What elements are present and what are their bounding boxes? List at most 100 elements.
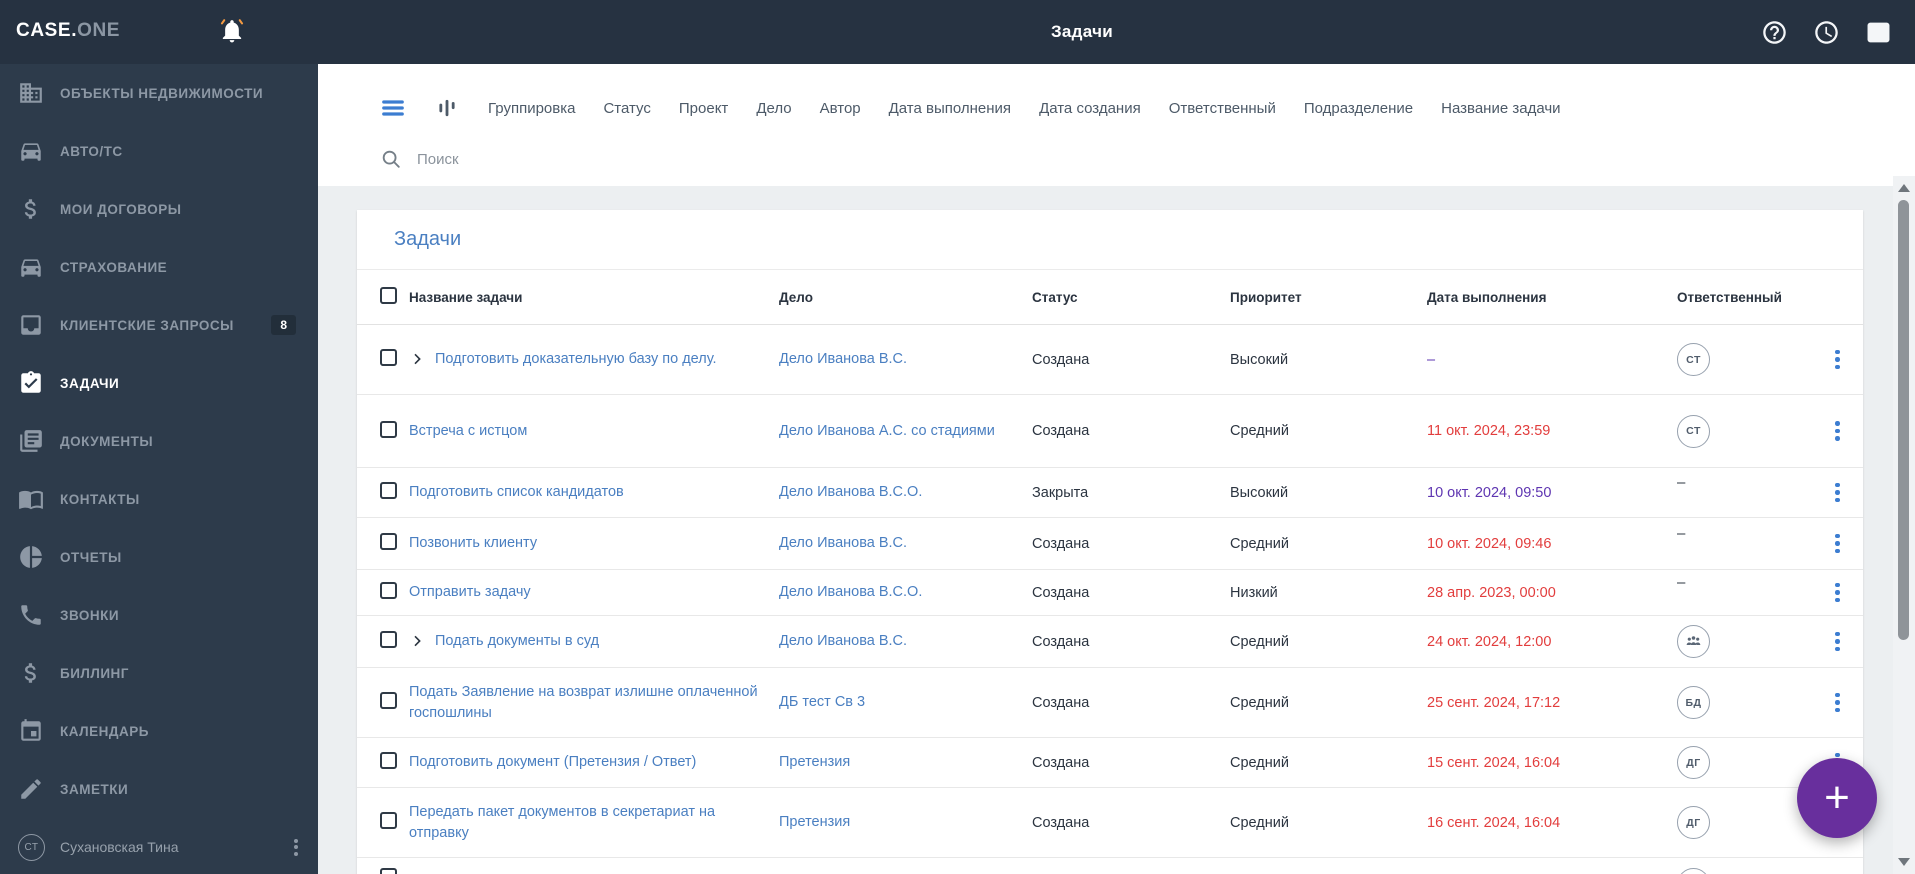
row-checkbox[interactable] <box>380 631 397 648</box>
expand-chevron-icon[interactable] <box>409 351 425 367</box>
row-checkbox[interactable] <box>380 582 397 599</box>
scroll-down-arrow[interactable] <box>1898 858 1910 866</box>
sidebar-item-documents[interactable]: ДОКУМЕНТЫ <box>0 412 318 470</box>
row-menu-button[interactable] <box>1827 344 1848 376</box>
assignee-cell: СТ <box>1665 414 1812 448</box>
status-text: Создана <box>1032 633 1090 650</box>
notifications-bell-icon[interactable] <box>216 15 248 47</box>
car-icon <box>18 138 44 164</box>
task-name-link[interactable]: Передать пакет документов в секретариат … <box>409 802 767 843</box>
add-task-fab-button[interactable]: + <box>1797 758 1877 838</box>
row-menu-button[interactable] <box>1827 415 1848 447</box>
search-input[interactable] <box>415 149 835 169</box>
sidebar-item-insurance[interactable]: СТРАХОВАНИЕ <box>0 238 318 296</box>
filter-due-date[interactable]: Дата выполнения <box>889 100 1011 117</box>
case-link[interactable]: Дело Иванова А.С. со стадиями <box>779 423 995 439</box>
task-name-link[interactable]: Подготовить документ (Претензия / Ответ) <box>409 752 696 772</box>
user-name: Сухановская Тина <box>60 839 179 855</box>
filter-grouping[interactable]: Группировка <box>488 100 575 117</box>
row-menu-button[interactable] <box>1827 477 1848 509</box>
dollar-icon <box>18 660 44 686</box>
menu-icon[interactable] <box>380 95 406 121</box>
row-checkbox[interactable] <box>380 812 397 829</box>
due-date-text: 15 сент. 2024, 16:04 <box>1427 754 1561 771</box>
case-link[interactable]: Претензия <box>779 814 850 830</box>
case-link[interactable]: Дело Иванова В.С.О. <box>779 484 922 500</box>
filter-project[interactable]: Проект <box>679 100 728 117</box>
assignee-cell: БД <box>1665 686 1812 719</box>
case-link[interactable]: Дело Иванова В.С. <box>779 351 907 367</box>
history-clock-icon[interactable] <box>1813 19 1840 46</box>
filter-author[interactable]: Автор <box>820 100 861 117</box>
assignee-avatar: СТ <box>1677 414 1710 448</box>
sidebar-item-client-requests[interactable]: КЛИЕНТСКИЕ ЗАПРОСЫ 8 <box>0 296 318 354</box>
expand-chevron-icon[interactable] <box>409 633 425 649</box>
task-name-link[interactable]: Позвонить клиенту <box>409 533 537 553</box>
status-text: Создана <box>1032 423 1090 439</box>
phone-icon <box>18 602 44 628</box>
sidebar-item-real-estate[interactable]: ОБЪЕКТЫ НЕДВИЖИМОСТИ <box>0 64 318 122</box>
row-checkbox[interactable] <box>380 533 397 550</box>
row-menu-button[interactable] <box>1827 687 1848 719</box>
row-menu-button[interactable] <box>1827 868 1848 874</box>
brand-logo[interactable]: CASE.ONE <box>16 20 120 42</box>
row-checkbox[interactable] <box>380 868 397 874</box>
row-checkbox[interactable] <box>380 349 397 366</box>
task-name-link[interactable]: Подготовить список кандидатов <box>409 482 624 502</box>
row-checkbox[interactable] <box>380 752 397 769</box>
priority-text: Высокий <box>1230 484 1289 501</box>
priority-text: Средний <box>1230 633 1289 650</box>
row-checkbox[interactable] <box>380 692 397 709</box>
filter-task-name[interactable]: Название задачи <box>1441 100 1560 117</box>
task-name-link[interactable]: Подать документы в суд <box>435 631 599 651</box>
sidebar-item-auto[interactable]: АВТО/ТС <box>0 122 318 180</box>
due-date-text: 16 сент. 2024, 16:04 <box>1427 814 1561 831</box>
row-checkbox[interactable] <box>380 420 397 438</box>
task-name-link[interactable]: Отправить задачу <box>409 582 531 602</box>
sidebar-item-notes[interactable]: ЗАМЕТКИ <box>0 760 318 818</box>
filter-created-date[interactable]: Дата создания <box>1039 100 1141 117</box>
sidebar-user-row[interactable]: СТ Сухановская Тина <box>0 820 318 874</box>
task-name-link[interactable]: Встреча с истцом <box>409 421 527 441</box>
case-link[interactable]: Претензия <box>779 754 850 770</box>
row-checkbox[interactable] <box>380 482 397 499</box>
user-menu-button[interactable] <box>290 832 302 862</box>
due-date-text: 25 сент. 2024, 17:12 <box>1427 694 1561 711</box>
row-menu-button[interactable] <box>1827 577 1848 609</box>
filter-case[interactable]: Дело <box>756 100 791 117</box>
scroll-up-arrow[interactable] <box>1898 184 1910 192</box>
row-menu-button[interactable] <box>1827 528 1848 560</box>
sidebar-item-calendar[interactable]: КАЛЕНДАРЬ <box>0 702 318 760</box>
assignee-cell: ДГ <box>1665 746 1812 779</box>
select-all-checkbox[interactable] <box>380 287 397 304</box>
sidebar-item-contacts[interactable]: КОНТАКТЫ <box>0 470 318 528</box>
due-date-text: – <box>1427 351 1436 368</box>
case-link[interactable]: Дело Иванова В.С. <box>779 633 907 649</box>
priority-text: Средний <box>1230 423 1289 439</box>
sidebar-item-my-contracts[interactable]: МОИ ДОГОВОРЫ <box>0 180 318 238</box>
task-name-link[interactable]: Подготовить доказательную базу по делу. <box>435 349 717 369</box>
sidebar-item-calls[interactable]: ЗВОНКИ <box>0 586 318 644</box>
case-link[interactable]: ДБ тест Св 3 <box>779 694 865 710</box>
sidebar-item-tasks[interactable]: ЗАДАЧИ <box>0 354 318 412</box>
card-title: Задачи <box>394 228 462 250</box>
task-name-link[interactable]: Подать Заявление на возврат излишне опла… <box>409 682 767 723</box>
row-menu-button[interactable] <box>1827 626 1848 658</box>
column-header-status: Статус <box>1032 289 1078 305</box>
sidebar-item-reports[interactable]: ОТЧЕТЫ <box>0 528 318 586</box>
table-row: Подготовить список кандидатов Дело Ивано… <box>357 468 1863 518</box>
split-view-icon[interactable] <box>1865 19 1892 46</box>
filter-status[interactable]: Статус <box>603 100 650 117</box>
case-link[interactable]: Дело Иванова В.С.О. <box>779 584 922 600</box>
sidebar-item-billing[interactable]: БИЛЛИНГ <box>0 644 318 702</box>
case-link[interactable]: Дело Иванова В.С. <box>779 535 907 551</box>
column-settings-icon[interactable] <box>434 95 460 121</box>
column-header-task-name: Название задачи <box>409 289 523 305</box>
priority-text: Средний <box>1230 754 1289 771</box>
scrollbar-thumb[interactable] <box>1898 200 1909 640</box>
help-icon[interactable] <box>1761 19 1788 46</box>
filter-assignee[interactable]: Ответственный <box>1169 100 1276 117</box>
building-icon <box>18 80 44 106</box>
filter-department[interactable]: Подразделение <box>1304 100 1413 117</box>
vertical-scrollbar <box>1893 176 1915 874</box>
